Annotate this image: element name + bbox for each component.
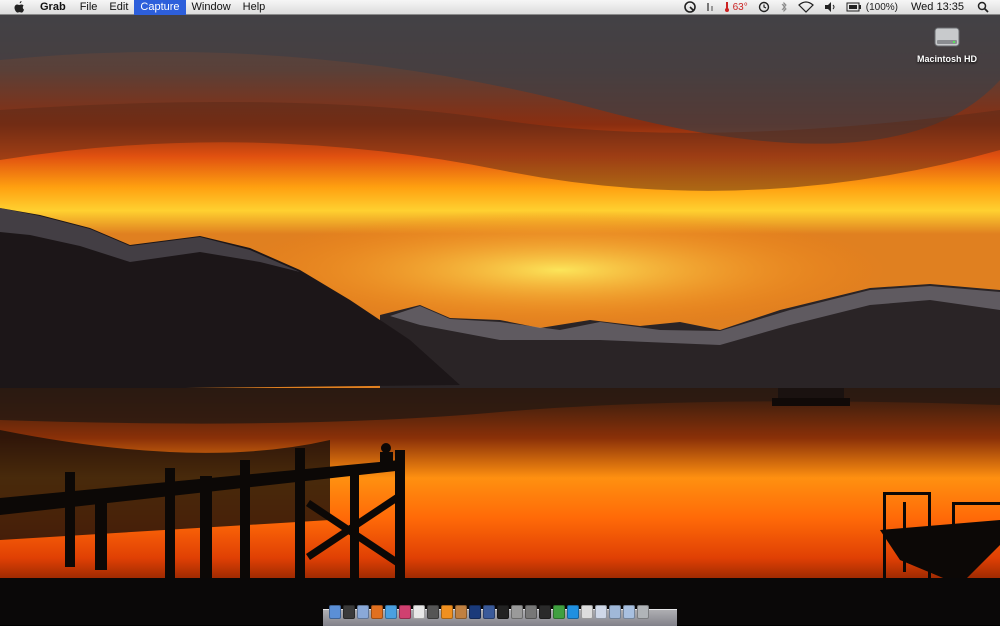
menu-file[interactable]: File [74, 0, 104, 15]
dock-system-preferences-icon[interactable] [525, 605, 537, 619]
wallpaper [0, 0, 1000, 625]
dock-spaces-icon[interactable] [483, 605, 495, 619]
battery-icon [846, 2, 861, 12]
dock-utorrent-icon[interactable] [553, 605, 565, 619]
dock-ical-icon[interactable] [413, 605, 425, 619]
dock-camera-icon[interactable] [427, 605, 439, 619]
time-machine-icon[interactable] [753, 0, 775, 15]
memory-icon[interactable] [701, 0, 719, 15]
dock-activity-icon[interactable] [497, 605, 509, 619]
dock-trash-icon[interactable] [637, 605, 649, 619]
dock-vlc-icon[interactable] [441, 605, 453, 619]
menu-bar: Grab File Edit Capture Window Help 63° (… [0, 0, 1000, 15]
dock-skype-icon[interactable] [567, 605, 579, 619]
battery-percentage: (100%) [865, 1, 898, 13]
temperature-status[interactable]: 63° [719, 0, 753, 15]
dock-icons [329, 605, 649, 619]
spotlight-icon[interactable] [972, 0, 994, 15]
dock-preview-icon[interactable] [455, 605, 467, 619]
wifi-icon[interactable] [793, 0, 819, 15]
dock-textedit-icon[interactable] [581, 605, 593, 619]
thermometer-icon [724, 2, 729, 12]
dock-firefox-icon[interactable] [371, 605, 383, 619]
dock-grab-icon[interactable] [511, 605, 523, 619]
dock [323, 605, 677, 626]
dock-safari-icon[interactable] [385, 605, 397, 619]
temperature-value: 63° [732, 1, 748, 13]
bluetooth-icon[interactable] [775, 0, 793, 15]
quicksilver-icon[interactable] [679, 0, 701, 15]
menu-clock[interactable]: Wed 13:35 [903, 1, 972, 13]
menu-window[interactable]: Window [186, 0, 237, 15]
dock-mail-icon[interactable] [357, 605, 369, 619]
menu-app-grab[interactable]: Grab [36, 0, 74, 15]
desktop-icon-label: Macintosh HD [916, 54, 977, 64]
dock-terminal-icon[interactable] [539, 605, 551, 619]
menu-capture[interactable]: Capture [134, 0, 186, 15]
battery-status[interactable]: (100%) [841, 0, 903, 15]
volume-icon[interactable] [819, 0, 841, 15]
dock-finder-icon[interactable] [329, 605, 341, 619]
dock-applications-icon[interactable] [623, 605, 635, 619]
dock-dashboard-icon[interactable] [343, 605, 355, 619]
desktop-icon-macintosh-hd[interactable]: Macintosh HD [912, 22, 982, 64]
desktop: Macintosh HD [0, 0, 1000, 626]
apple-icon[interactable] [12, 0, 26, 14]
dock-documents-icon[interactable] [595, 605, 607, 619]
dock-downloads-icon[interactable] [609, 605, 621, 619]
menu-edit[interactable]: Edit [103, 0, 134, 15]
hard-drive-icon [934, 27, 960, 47]
dock-itunes-icon[interactable] [399, 605, 411, 619]
dock-photoshop-icon[interactable] [469, 605, 481, 619]
menu-help[interactable]: Help [237, 0, 272, 15]
